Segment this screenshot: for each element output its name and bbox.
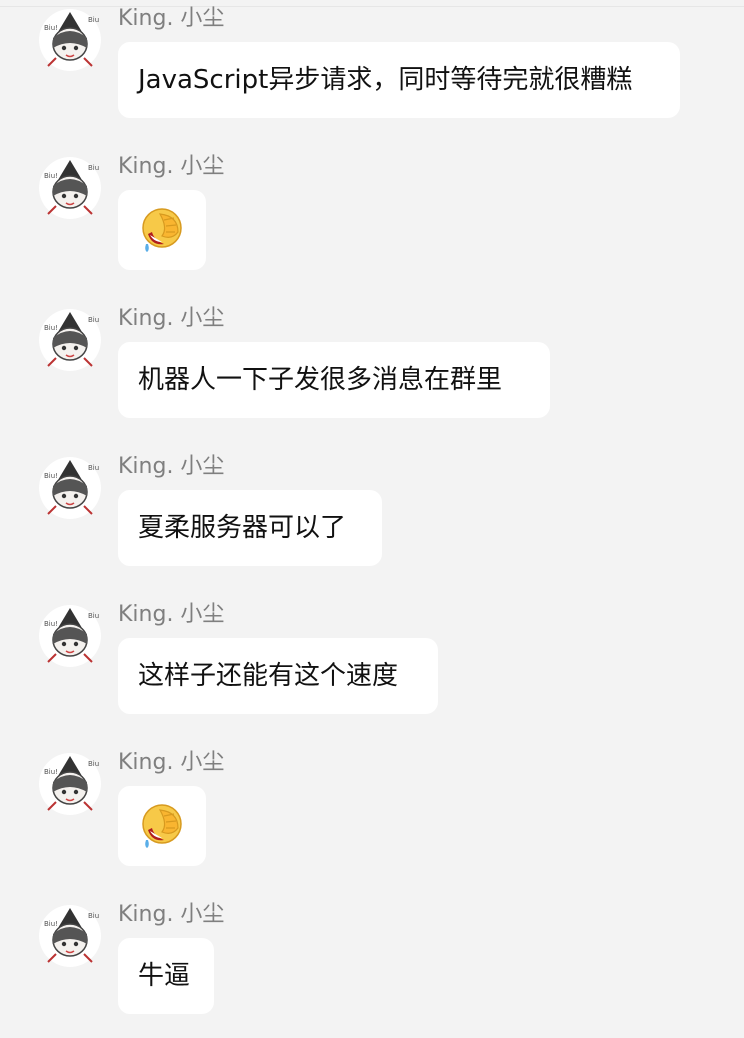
emoji-bubble[interactable] <box>118 190 206 270</box>
message-text: JavaScript异步请求，同时等待完就很糟糕 <box>138 65 633 95</box>
svg-text:Biu!: Biu! <box>44 620 58 628</box>
avatar[interactable]: Biu! Biu <box>38 308 102 372</box>
sender-name: King. 小尘 <box>118 154 225 179</box>
message-text: 机器人一下子发很多消息在群里 <box>138 365 503 395</box>
svg-text:Biu!: Biu! <box>44 172 58 180</box>
svg-text:Biu: Biu <box>88 760 99 768</box>
emoji-bubble[interactable] <box>118 786 206 866</box>
svg-text:Biu: Biu <box>88 16 99 24</box>
message-bubble[interactable]: 这样子还能有这个速度 <box>118 638 438 714</box>
svg-text:Biu!: Biu! <box>44 472 58 480</box>
sender-name: King. 小尘 <box>118 902 225 927</box>
svg-text:Biu!: Biu! <box>44 324 58 332</box>
avatar[interactable]: Biu! Biu <box>38 456 102 520</box>
svg-text:Biu: Biu <box>88 912 99 920</box>
sender-name: King. 小尘 <box>118 750 225 775</box>
avatar[interactable]: Biu! Biu <box>38 8 102 72</box>
facepalm-laugh-emoji <box>142 804 182 848</box>
sender-name: King. 小尘 <box>118 306 225 331</box>
avatar[interactable]: Biu! Biu <box>38 904 102 968</box>
sender-name: King. 小尘 <box>118 454 225 479</box>
avatar[interactable]: Biu! Biu <box>38 604 102 668</box>
sender-name: King. 小尘 <box>118 6 225 31</box>
avatar[interactable]: Biu! Biu <box>38 156 102 220</box>
chat-message-list[interactable]: Biu! Biu King. 小尘 JavaScript异步请求，同时等待完就很… <box>0 0 744 1038</box>
svg-text:Biu: Biu <box>88 316 99 324</box>
message-bubble[interactable]: 机器人一下子发很多消息在群里 <box>118 342 550 418</box>
svg-text:Biu: Biu <box>88 464 99 472</box>
message-text: 夏柔服务器可以了 <box>138 513 347 543</box>
sender-name: King. 小尘 <box>118 602 225 627</box>
facepalm-laugh-emoji <box>142 208 182 252</box>
avatar[interactable]: Biu! Biu <box>38 752 102 816</box>
svg-text:Biu!: Biu! <box>44 920 58 928</box>
message-bubble[interactable]: 牛逼 <box>118 938 214 1014</box>
svg-text:Biu!: Biu! <box>44 768 58 776</box>
message-text: 这样子还能有这个速度 <box>138 661 399 691</box>
message-bubble[interactable]: JavaScript异步请求，同时等待完就很糟糕 <box>118 42 680 118</box>
svg-text:Biu: Biu <box>88 164 99 172</box>
message-text: 牛逼 <box>138 961 191 991</box>
svg-text:Biu!: Biu! <box>44 24 58 32</box>
message-bubble[interactable]: 夏柔服务器可以了 <box>118 490 382 566</box>
svg-text:Biu: Biu <box>88 612 99 620</box>
